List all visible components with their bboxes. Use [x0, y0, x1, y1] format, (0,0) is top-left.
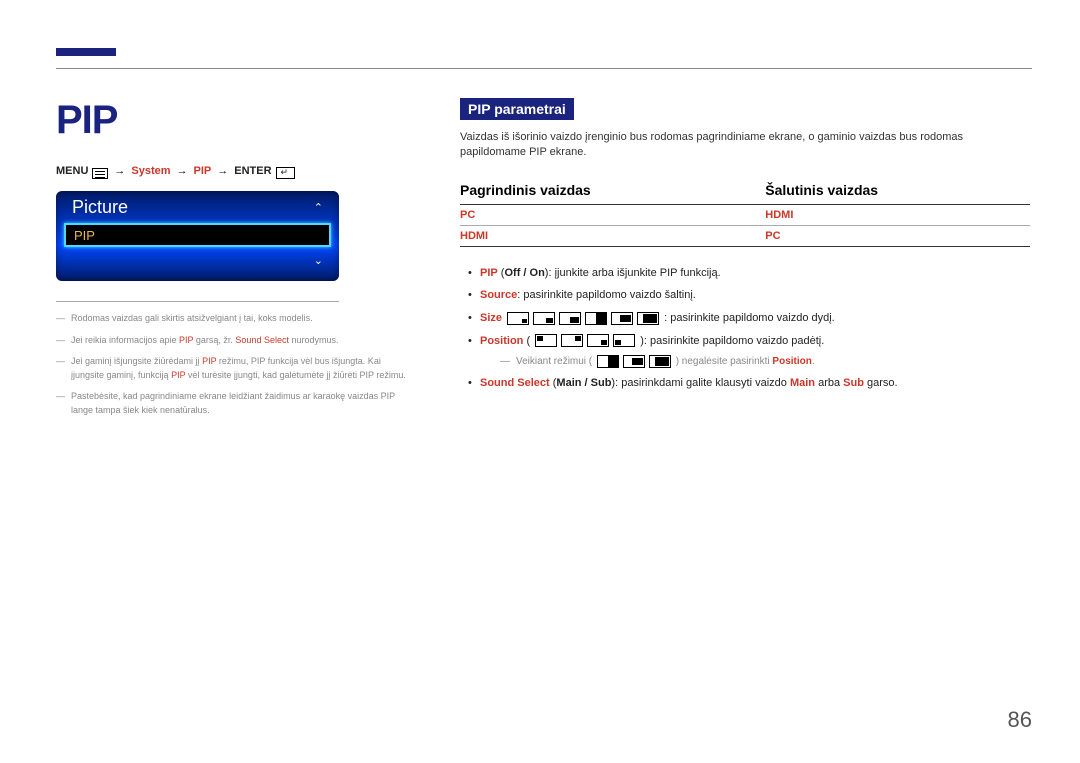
note-text: Jei reikia informacijos apie PIP garsą, …	[71, 334, 339, 348]
pip-size-icon	[559, 312, 581, 325]
pip-table: Pagrindinis vaizdas Šalutinis vaizdas PC…	[460, 179, 1030, 247]
pip-size-icon	[533, 312, 555, 325]
pip-size-icon	[585, 312, 607, 325]
mode-iconset	[597, 355, 671, 368]
left-column: PIP MENU System PIP ENTER Picture ⌃ PIP …	[56, 98, 411, 425]
top-rule	[56, 68, 1032, 69]
crumb-system: System	[131, 165, 170, 177]
note-item: ― Jei gaminį išjungsite žiūrėdami jį PIP…	[56, 355, 411, 382]
dash-icon: ―	[56, 334, 65, 348]
page-title: PIP	[56, 98, 411, 143]
option-item-pip: PIP (Off / On): įjunkite arba išjunkite …	[460, 265, 1030, 283]
cell: PC	[460, 204, 765, 225]
dash-icon: ―	[56, 355, 65, 382]
note-text: Jei gaminį išjungsite žiūrėdami jį PIP r…	[71, 355, 411, 382]
table-header-sub: Šalutinis vaizdas	[765, 179, 1030, 205]
arrow-icon	[112, 165, 127, 177]
cell: HDMI	[765, 204, 1030, 225]
section-heading: PIP parametrai	[460, 98, 574, 120]
page-number: 86	[1008, 707, 1032, 733]
pip-size-icon	[597, 355, 619, 368]
crumb-enter: ENTER	[234, 165, 271, 177]
pip-size-icon	[649, 355, 671, 368]
note-text: Pastebėsite, kad pagrindiniame ekrane le…	[71, 390, 411, 417]
section-description: Vaizdas iš išorinio vaizdo įrenginio bus…	[460, 130, 1030, 161]
divider	[56, 301, 339, 302]
menu-icon	[92, 168, 108, 179]
enter-icon	[276, 167, 295, 179]
pip-size-icon	[623, 355, 645, 368]
note-text: Rodomas vaizdas gali skirtis atsižvelgia…	[71, 312, 313, 326]
option-item-sound-select: Sound Select (Main / Sub): pasirinkdami …	[460, 375, 1030, 393]
note-item: ― Pastebėsite, kad pagrindiniame ekrane …	[56, 390, 411, 417]
cell: PC	[765, 225, 1030, 246]
crumb-pip: PIP	[194, 165, 212, 177]
right-column: PIP parametrai Vaizdas iš išorinio vaizd…	[460, 98, 1030, 398]
notes-list: ― Rodomas vaizdas gali skirtis atsižvelg…	[56, 312, 411, 417]
osd-header: Picture ⌃	[56, 191, 339, 223]
table-header-main: Pagrindinis vaizdas	[460, 179, 765, 205]
osd-footer: ⌄	[56, 247, 339, 273]
note-item: ― Rodomas vaizdas gali skirtis atsižvelg…	[56, 312, 411, 326]
option-item-size: Size : pasirinkite papildomo vaizdo dydį…	[460, 310, 1030, 328]
chevron-down-icon: ⌄	[314, 254, 323, 267]
table-row: PC HDMI	[460, 204, 1030, 225]
arrow-icon	[215, 165, 230, 177]
pip-size-icon	[637, 312, 659, 325]
dash-icon: ―	[56, 390, 65, 417]
position-iconset	[535, 334, 635, 347]
pip-pos-icon	[587, 334, 609, 347]
osd-title: Picture	[72, 197, 128, 218]
osd-selected-item: PIP	[64, 223, 331, 247]
option-item-source: Source: pasirinkite papildomo vaizdo šal…	[460, 287, 1030, 305]
pip-size-icon	[507, 312, 529, 325]
menu-path: MENU System PIP ENTER	[56, 165, 411, 177]
option-list: PIP (Off / On): įjunkite arba išjunkite …	[460, 265, 1030, 393]
dash-icon: ―	[500, 354, 510, 370]
chapter-marker	[56, 48, 116, 56]
crumb-menu: MENU	[56, 165, 88, 177]
dash-icon: ―	[56, 312, 65, 326]
arrow-icon	[175, 165, 190, 177]
note-item: ― Jei reikia informacijos apie PIP garsą…	[56, 334, 411, 348]
pip-pos-icon	[561, 334, 583, 347]
size-iconset	[507, 312, 659, 325]
pip-size-icon	[611, 312, 633, 325]
chevron-up-icon: ⌃	[314, 201, 323, 214]
cell: HDMI	[460, 225, 765, 246]
table-row: HDMI PC	[460, 225, 1030, 246]
osd-preview: Picture ⌃ PIP ⌄	[56, 191, 339, 281]
pip-pos-icon	[613, 334, 635, 347]
pip-pos-icon	[535, 334, 557, 347]
option-item-position: Position ( ): pasirinkite papildomo vaiz…	[460, 333, 1030, 371]
position-subnote: ― Veikiant režimui ( ) negalėsite pasiri…	[500, 354, 1030, 370]
